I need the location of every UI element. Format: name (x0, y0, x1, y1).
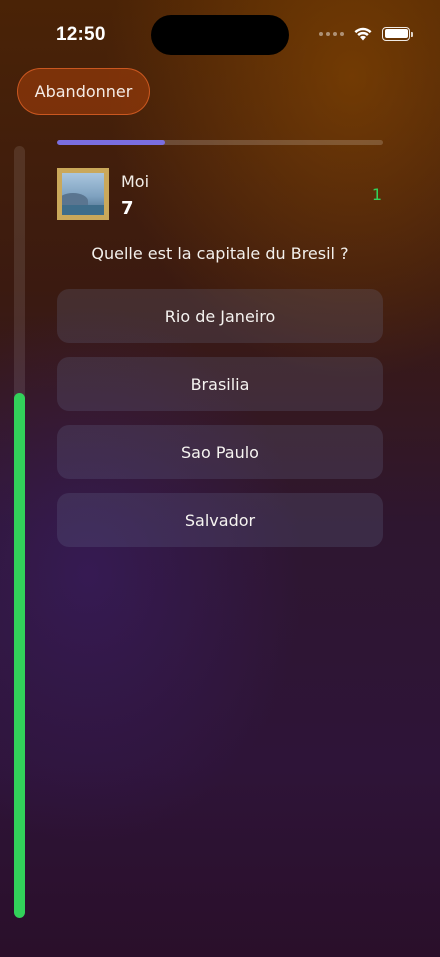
answer-count: 1 (371, 185, 382, 204)
player-score: 7 (121, 198, 134, 219)
timer-bar-fill (14, 393, 25, 918)
timer-bar (14, 146, 25, 918)
player-name: Moi (121, 172, 150, 191)
player-row: Moi 7 1 (57, 168, 383, 222)
status-time: 12:50 (56, 24, 106, 45)
battery-icon (382, 26, 413, 41)
question-text: Quelle est la capitale du Bresil ? (91, 244, 349, 263)
answer-options: Rio de Janeiro Brasilia Sao Paulo Salvad… (57, 289, 383, 561)
dynamic-island (151, 15, 289, 55)
avatar (57, 168, 109, 220)
answer-option[interactable]: Brasilia (57, 357, 383, 411)
answer-option[interactable]: Salvador (57, 493, 383, 547)
status-icons (319, 26, 413, 41)
abandon-button[interactable]: Abandonner (17, 68, 150, 115)
status-bar: 12:50 (0, 0, 440, 70)
quiz-progress-bar (57, 140, 383, 145)
quiz-progress-fill (57, 140, 165, 145)
answer-option[interactable]: Sao Paulo (57, 425, 383, 479)
wifi-icon (354, 27, 372, 41)
cellular-signal-icon (319, 31, 344, 36)
answer-option[interactable]: Rio de Janeiro (57, 289, 383, 343)
